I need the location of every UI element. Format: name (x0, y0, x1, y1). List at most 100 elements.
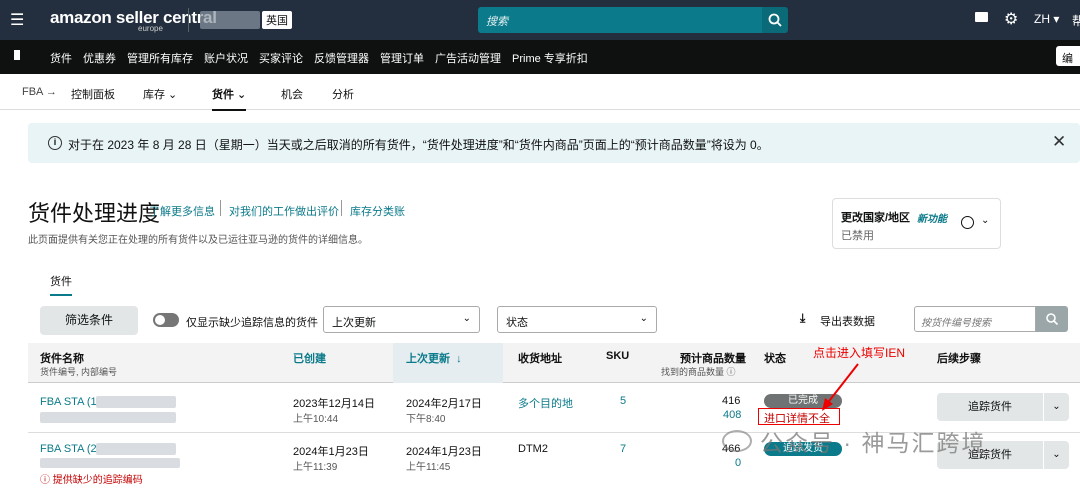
subnav-opportunities[interactable]: 机会 (281, 86, 303, 102)
nav-item[interactable]: 优惠券 (83, 50, 116, 66)
sort-select[interactable]: 上次更新 ⌄ (323, 306, 480, 333)
created-time: 上午11:39 (293, 462, 338, 473)
nav-item[interactable]: 管理所有库存 (127, 50, 193, 66)
toggle-label: 仅显示缺少追踪信息的货件 (186, 317, 318, 329)
updated-time: 下午8:40 (406, 414, 446, 425)
tab-shipments[interactable]: 货件 (50, 273, 72, 296)
col-updated[interactable]: 上次更新 ↓ (406, 350, 462, 366)
export-table-link[interactable]: 导出表数据 (820, 313, 875, 329)
chevron-down-icon: ⌄ (462, 313, 471, 324)
qty-found[interactable]: 0 (735, 457, 741, 469)
status-badge: 已完成 (764, 394, 842, 408)
divider (220, 200, 221, 216)
nav-item[interactable]: 广告活动管理 (435, 50, 501, 66)
shipment-name-link[interactable]: FBA STA (2 (40, 443, 97, 455)
page-description: 此页面提供有关您正在处理的所有货件以及已运往亚马逊的货件的详细信息。 (28, 235, 368, 246)
new-feature-badge: 新功能 (917, 214, 947, 225)
col-destination: 收货地址 (518, 353, 562, 365)
toggle-knob (155, 315, 165, 325)
bookmark-bar: 货件 优惠券 管理所有库存 账户状况 买家评论 反馈管理器 管理订单 广告活动管… (0, 40, 1080, 74)
nav-item[interactable]: 反馈管理器 (314, 50, 369, 66)
top-bar: ☰ amazon seller central europe 英国 搜索 ⚙ Z… (0, 0, 1080, 40)
created-time: 上午10:44 (293, 414, 339, 425)
account-name-blurred[interactable] (200, 11, 260, 29)
hamburger-icon[interactable]: ☰ (10, 10, 24, 30)
annotation-box (758, 408, 840, 425)
redacted-text (40, 412, 176, 423)
redacted-text (40, 458, 180, 468)
wechat-icon (722, 430, 752, 452)
qty-expected: 416 (722, 395, 741, 407)
col-name-sub: 货件编号, 内部编号 (40, 367, 118, 377)
search-icon (1046, 313, 1059, 326)
nav-item[interactable]: 管理订单 (380, 50, 424, 66)
created-date: 2023年12月14日 (293, 398, 375, 410)
mail-icon[interactable] (975, 12, 988, 22)
sku-count-link[interactable]: 5 (620, 395, 626, 407)
col-qty: 预计商品数量 (680, 353, 746, 365)
subnav-dashboard[interactable]: 控制面板 (71, 86, 115, 102)
col-sku: SKU (606, 350, 630, 362)
country-status: 已禁用 (841, 230, 874, 242)
country-label: 更改国家/地区 (841, 212, 911, 224)
missing-tracking-warning[interactable]: ⓘ 提供缺少的追踪编码 (40, 471, 143, 486)
redacted-text (96, 443, 176, 455)
col-created[interactable]: 已创建 (293, 350, 326, 366)
subnav-shipments[interactable]: 货件 ⌄ (212, 86, 247, 111)
page-title: 货件处理进度 (28, 201, 161, 226)
feedback-link[interactable]: 对我们的工作做出评价 (229, 203, 339, 219)
qty-found[interactable]: 408 (723, 409, 741, 421)
info-banner: i 对于在 2023 年 8 月 28 日（星期一）当天或之后取消的所有货件，“… (28, 123, 1080, 163)
fba-subnav: FBA → 控制面板 库存 ⌄ 货件 ⌄ 机会 分析 (0, 74, 1080, 111)
redacted-text (96, 396, 176, 408)
sort-select-value: 上次更新 (332, 317, 376, 329)
download-icon[interactable]: ⤓ (800, 311, 805, 326)
chevron-down-icon: ⌄ (639, 313, 648, 324)
close-icon[interactable]: ✕ (1052, 132, 1066, 152)
help-link[interactable]: 帮 (1072, 12, 1080, 29)
chevron-down-icon[interactable]: ⌄ (981, 215, 989, 226)
globe-icon[interactable] (961, 216, 974, 229)
nav-item[interactable]: Prime 专享折扣 (512, 50, 588, 66)
status-select-value: 状态 (506, 317, 528, 329)
bookmark-icon[interactable] (14, 50, 20, 60)
search-button[interactable] (762, 7, 788, 33)
updated-date: 2024年1月23日 (406, 446, 482, 458)
search-input[interactable]: 搜索 (478, 7, 762, 33)
learn-more-link[interactable]: 了解更多信息 (149, 203, 215, 219)
inventory-ledger-link[interactable]: 库存分类账 (350, 203, 405, 219)
sku-count-link[interactable]: 7 (620, 443, 626, 455)
nav-item[interactable]: 买家评论 (259, 50, 303, 66)
shipment-name-link[interactable]: FBA STA (14 (40, 396, 103, 408)
col-name[interactable]: 货件名称 (40, 350, 84, 366)
search-icon (768, 13, 782, 27)
chevron-down-icon[interactable]: ⌄ (1043, 393, 1069, 421)
bookmark-items: 货件 优惠券 管理所有库存 账户状况 买家评论 反馈管理器 管理订单 广告活动管… (50, 50, 588, 66)
updated-date: 2024年2月17日 (406, 398, 482, 410)
seller-central-logo[interactable]: amazon seller central (50, 8, 217, 28)
edit-bookmarks-button[interactable]: 编 (1056, 46, 1080, 66)
col-status: 状态 (764, 353, 786, 365)
country-selector[interactable]: 更改国家/地区 新功能 已禁用 ⌄ (832, 198, 1001, 249)
language-selector[interactable]: ZH ▾ (1034, 12, 1059, 26)
chevron-down-icon[interactable]: ⌄ (1043, 441, 1069, 469)
status-select[interactable]: 状态 ⌄ (497, 306, 657, 333)
subnav-root[interactable]: FBA → (22, 86, 57, 98)
updated-time: 上午11:45 (406, 462, 451, 473)
nav-item[interactable]: 账户状况 (204, 50, 248, 66)
track-shipment-button[interactable]: 追踪货件 (937, 393, 1043, 421)
destination-link[interactable]: 多个目的地 (518, 395, 573, 411)
created-date: 2024年1月23日 (293, 446, 369, 458)
account-region[interactable]: 英国 (262, 11, 292, 29)
shipment-search-input[interactable]: 按货件编号搜索 (914, 306, 1036, 332)
subnav-analytics[interactable]: 分析 (332, 86, 354, 102)
filter-button[interactable]: 筛选条件 (40, 306, 138, 335)
nav-item[interactable]: 货件 (50, 50, 72, 66)
gear-icon[interactable]: ⚙ (1004, 9, 1018, 29)
watermark: 公众号 · 神马汇跨境 (760, 430, 987, 456)
missing-tracking-toggle[interactable] (153, 313, 179, 327)
subnav-inventory[interactable]: 库存 ⌄ (143, 86, 177, 102)
destination: DTM2 (518, 443, 548, 455)
shipment-search-button[interactable] (1036, 306, 1068, 332)
annotation-text: 点击进入填写IEN (813, 346, 906, 360)
